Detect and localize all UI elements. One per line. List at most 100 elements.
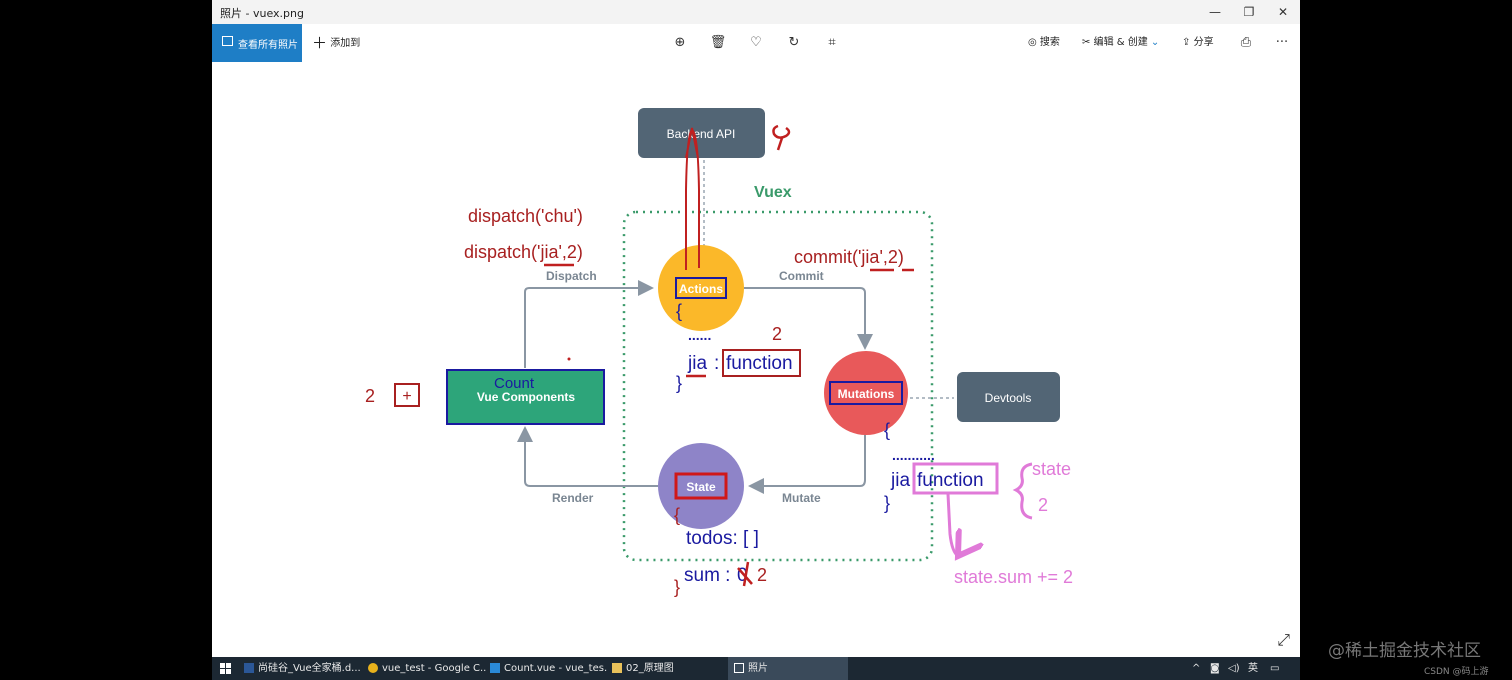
mutations-label: Mutations bbox=[838, 387, 895, 401]
ink-todos: todos: [ ] bbox=[686, 528, 759, 549]
taskbar-item-chrome[interactable]: vue_test - Google C... bbox=[368, 657, 486, 680]
edit-create-button[interactable]: ✂ 编辑 & 创建 ⌄ bbox=[1082, 24, 1159, 62]
ink-brace-close-state: } bbox=[674, 577, 680, 597]
ink-brace-open-mutations: { bbox=[884, 420, 890, 440]
vuex-label: Vuex bbox=[754, 184, 792, 201]
ink-brace-open-actions: { bbox=[676, 301, 682, 321]
favorite-heart-icon[interactable]: ♡ bbox=[746, 33, 766, 53]
ink-two-left: 2 bbox=[365, 386, 375, 406]
vscode-icon bbox=[490, 663, 500, 673]
ink-commit-jia: commit('jia',2) bbox=[794, 247, 904, 267]
notification-icon[interactable]: ▭ bbox=[1270, 657, 1279, 680]
add-to-button[interactable]: ＋ 添加到 bbox=[312, 24, 360, 62]
minimize-button[interactable]: — bbox=[1198, 0, 1232, 24]
plus-icon: ＋ bbox=[312, 34, 328, 52]
ime-indicator[interactable]: 英 bbox=[1248, 657, 1258, 680]
mutate-label: Mutate bbox=[782, 491, 821, 505]
ink-sum-two: 2 bbox=[757, 565, 767, 585]
ink-pink-arrow bbox=[946, 493, 958, 556]
csdn-watermark: CSDN @码上游 bbox=[1424, 667, 1489, 677]
render-label: Render bbox=[552, 491, 594, 505]
ink-two-pink: 2 bbox=[1038, 495, 1048, 515]
taskbar-item-label: 02_原理图 bbox=[626, 663, 674, 674]
share-icon: ⇪ bbox=[1182, 37, 1191, 48]
title-bar: 照片 - vuex.png — ❐ ✕ bbox=[212, 0, 1300, 24]
edit-icon: ✂ bbox=[1082, 37, 1091, 48]
commit-label: Commit bbox=[779, 269, 824, 283]
rotate-icon[interactable]: ↻ bbox=[784, 33, 804, 53]
render-arrow bbox=[517, 426, 658, 487]
ink-brace-close-mutations: } bbox=[884, 493, 890, 513]
close-button[interactable]: ✕ bbox=[1266, 0, 1300, 24]
view-all-photos-button[interactable]: 查看所有照片 bbox=[212, 24, 302, 62]
commit-arrow bbox=[744, 287, 873, 350]
windows-taskbar: 尚硅谷_Vue全家桶.d... vue_test - Google C... C… bbox=[212, 657, 1300, 680]
ink-function-b: function bbox=[917, 470, 984, 491]
ink-colon: : bbox=[714, 353, 719, 374]
maximize-button[interactable]: ❐ bbox=[1232, 0, 1266, 24]
search-label: 搜索 bbox=[1039, 37, 1060, 48]
fullscreen-expand-icon[interactable]: ⤢ bbox=[1277, 630, 1290, 650]
taskbar-item-label: 照片 bbox=[748, 663, 768, 674]
chrome-icon bbox=[368, 663, 378, 673]
ink-plus: + bbox=[402, 388, 411, 405]
actions-label: Actions bbox=[679, 282, 723, 296]
delete-icon[interactable]: 🗑 bbox=[708, 33, 728, 53]
ink-two-top: 2 bbox=[772, 324, 782, 344]
ink-dots-mutations: ........... bbox=[892, 447, 935, 463]
taskbar-item-label: 尚硅谷_Vue全家桶.d... bbox=[258, 663, 361, 674]
search-button[interactable]: ◎ 搜索 bbox=[1028, 24, 1060, 62]
mutate-arrow bbox=[748, 434, 866, 494]
dispatch-arrow bbox=[524, 280, 654, 368]
taskbar-item-label: Count.vue - vue_tes... bbox=[504, 663, 608, 674]
crop-icon[interactable]: ⌗ bbox=[822, 33, 842, 53]
chevron-down-icon: ⌄ bbox=[1150, 37, 1160, 48]
share-button[interactable]: ⇪ 分享 bbox=[1182, 24, 1214, 62]
folder-icon bbox=[612, 663, 622, 673]
edit-create-label: 编辑 & 创建 bbox=[1093, 37, 1148, 48]
window-title: 照片 - vuex.png bbox=[220, 7, 304, 20]
ink-scribble-mark bbox=[772, 124, 791, 151]
search-icon: ◎ bbox=[1028, 37, 1037, 48]
vue-components-label: Vue Components bbox=[477, 390, 576, 404]
ink-brace-close-actions: } bbox=[676, 373, 682, 393]
tray-volume-icon[interactable]: ◁) bbox=[1228, 657, 1240, 680]
ink-state: state bbox=[1032, 459, 1071, 479]
more-button[interactable]: ··· bbox=[1272, 33, 1292, 53]
tray-network-icon[interactable]: ◙ bbox=[1210, 657, 1220, 680]
state-label: State bbox=[686, 480, 716, 494]
ink-jia-mutations: jia bbox=[890, 470, 910, 491]
ink-state-sum: state.sum += 2 bbox=[954, 567, 1073, 587]
photos-app-window: 照片 - vuex.png — ❐ ✕ 查看所有照片 ＋ 添加到 ⊕ 🗑 ♡ ↻… bbox=[212, 0, 1300, 680]
photos-icon bbox=[734, 663, 744, 673]
ink-dot bbox=[567, 357, 571, 361]
taskbar-item-folder[interactable]: 02_原理图 bbox=[612, 657, 722, 680]
add-to-label: 添加到 bbox=[330, 38, 361, 49]
juejin-watermark: @稀土掘金技术社区 bbox=[1328, 641, 1481, 661]
print-icon[interactable]: ⎙ bbox=[1236, 33, 1256, 53]
vuex-diagram-image: Vuex Backend API Dispatch Commit Mutate … bbox=[365, 108, 1073, 597]
share-label: 分享 bbox=[1193, 37, 1214, 48]
ink-dispatch-jia: dispatch('jia',2) bbox=[464, 242, 583, 262]
ink-dispatch-chu: dispatch('chu') bbox=[468, 206, 583, 226]
word-icon bbox=[244, 663, 254, 673]
devtools-label: Devtools bbox=[985, 391, 1032, 405]
zoom-icon[interactable]: ⊕ bbox=[670, 33, 690, 53]
photos-icon bbox=[222, 36, 233, 46]
taskbar-item-word[interactable]: 尚硅谷_Vue全家桶.d... bbox=[244, 657, 364, 680]
tray-chevron-up-icon[interactable]: ^ bbox=[1192, 657, 1200, 680]
ink-function-a: function bbox=[726, 353, 793, 374]
backend-api-label: Backend API bbox=[667, 127, 736, 141]
ink-pink-brace bbox=[1012, 462, 1033, 520]
view-all-photos-label: 查看所有照片 bbox=[238, 40, 298, 51]
ink-brace-open-state: { bbox=[674, 505, 680, 525]
taskbar-item-vscode[interactable]: Count.vue - vue_tes... bbox=[490, 657, 608, 680]
windows-start-icon[interactable] bbox=[220, 663, 231, 674]
toolbar: 查看所有照片 ＋ 添加到 ⊕ 🗑 ♡ ↻ ⌗ ◎ 搜索 ✂ 编辑 & 创建 ⌄ … bbox=[212, 24, 1300, 62]
ink-sum: sum : bbox=[684, 565, 730, 586]
taskbar-item-photos[interactable]: 照片 bbox=[728, 657, 848, 680]
ink-jia: jia bbox=[687, 353, 707, 374]
taskbar-item-label: vue_test - Google C... bbox=[382, 663, 486, 674]
dispatch-label: Dispatch bbox=[546, 269, 597, 283]
ink-dots-actions: ...... bbox=[688, 327, 711, 343]
